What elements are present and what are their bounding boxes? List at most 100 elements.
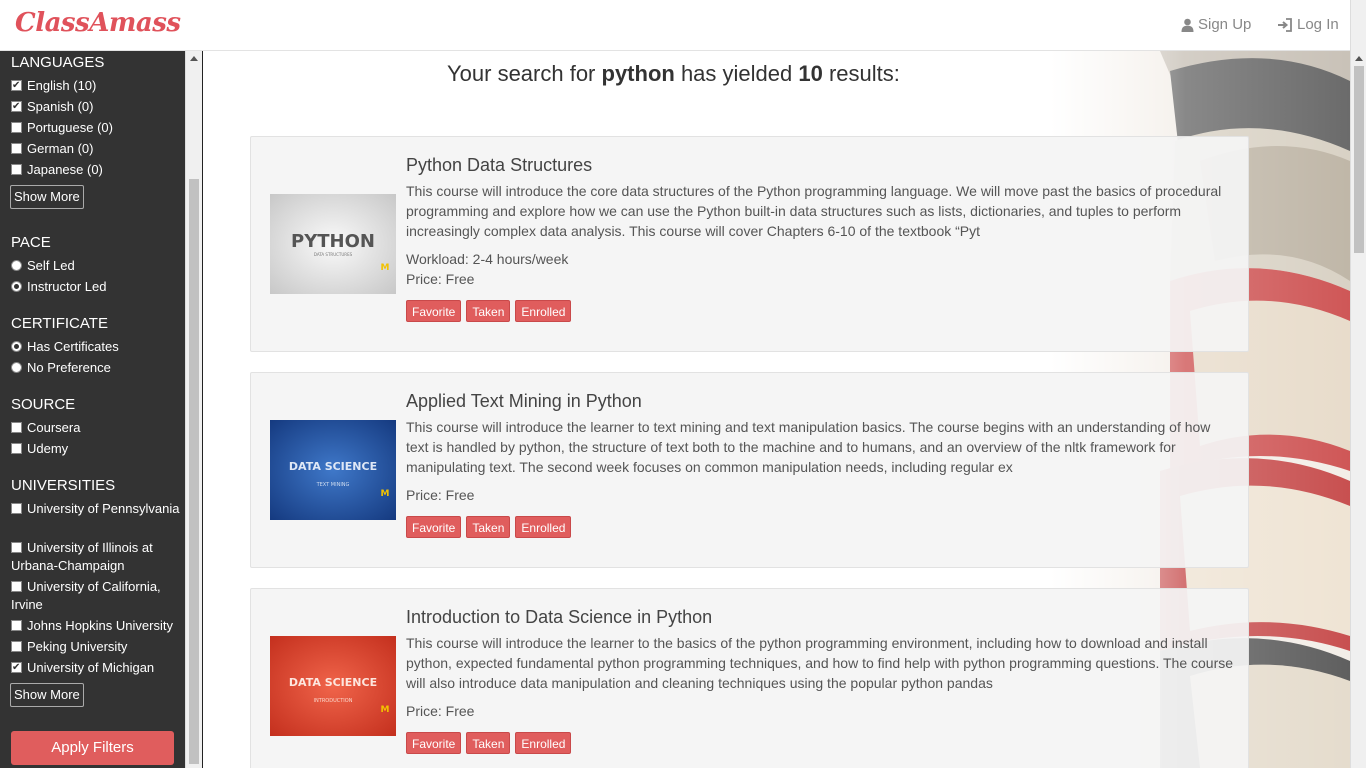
thumb-subtitle: TEXT MINING	[316, 482, 350, 488]
filter-sidebar: LANGUAGES English (10) Spanish (0) Portu…	[0, 51, 203, 768]
option-label: English (10)	[27, 78, 97, 93]
option-label: University of Michigan	[27, 660, 155, 675]
languages-show-more-button[interactable]: Show More	[10, 185, 84, 209]
results-heading: Your search for python has yielded 10 re…	[447, 61, 900, 87]
filter-has-certificates[interactable]: Has Certificates	[11, 338, 186, 356]
thumb-subtitle: INTRODUCTION	[314, 698, 353, 704]
course-card[interactable]: DATA SCIENCE INTRODUCTION M Introduction…	[250, 588, 1249, 768]
thumb-title: DATA SCIENCE	[289, 460, 377, 473]
course-card[interactable]: DATA SCIENCE TEXT MINING M Applied Text …	[250, 372, 1249, 568]
option-label: Has Certificates	[27, 339, 119, 354]
option-label: Udemy	[27, 441, 69, 456]
option-label: Japanese (0)	[27, 162, 103, 177]
checkbox[interactable]	[11, 581, 22, 592]
checkbox[interactable]	[11, 422, 22, 433]
filter-self-led[interactable]: Self Led	[11, 257, 186, 275]
radio-checked[interactable]	[11, 341, 22, 352]
certificate-title: CERTIFICATE	[11, 315, 108, 332]
checkbox[interactable]	[11, 443, 22, 454]
favorite-button[interactable]: Favorite	[406, 300, 462, 322]
checkbox-checked[interactable]	[11, 659, 22, 677]
course-title[interactable]: Applied Text Mining in Python	[406, 391, 642, 412]
option-label: Self Led	[27, 258, 75, 273]
option-label: No Preference	[27, 360, 111, 375]
universities-show-more-button[interactable]: Show More	[10, 683, 84, 707]
taken-button[interactable]: Taken	[466, 300, 511, 322]
filter-peking[interactable]: Peking University	[11, 638, 186, 656]
sidebar-scrollbar[interactable]	[185, 51, 202, 768]
filter-coursera[interactable]: Coursera	[11, 419, 186, 437]
checkbox[interactable]	[11, 641, 22, 652]
checkbox[interactable]	[11, 122, 22, 133]
filter-umich[interactable]: University of Michigan	[11, 659, 186, 677]
filter-uci[interactable]: University of California, Irvine	[11, 578, 186, 614]
filter-english[interactable]: English (10)	[11, 77, 186, 95]
brand-logo[interactable]: ClassAmass	[15, 8, 181, 38]
enrolled-button[interactable]: Enrolled	[515, 516, 572, 538]
top-navbar: ClassAmass Sign Up Log In	[0, 0, 1366, 51]
course-price: Price: Free	[406, 487, 475, 503]
option-label: University of Illinois at Urbana-Champai…	[11, 540, 153, 573]
radio[interactable]	[11, 362, 22, 373]
taken-button[interactable]: Taken	[466, 732, 511, 754]
signup-link[interactable]: Sign Up	[1181, 16, 1251, 33]
favorite-button[interactable]: Favorite	[406, 732, 462, 754]
filter-uiuc[interactable]: University of Illinois at Urbana-Champai…	[11, 539, 186, 575]
page-scrollbar[interactable]	[1350, 0, 1366, 768]
scroll-up-arrow-icon[interactable]	[1355, 56, 1363, 61]
checkbox[interactable]	[11, 620, 22, 631]
option-label: Coursera	[27, 420, 81, 435]
apply-filters-button[interactable]: Apply Filters	[11, 731, 174, 765]
course-thumbnail[interactable]: PYTHON DATA STRUCTURES M	[270, 194, 396, 294]
checkbox[interactable]	[11, 143, 22, 154]
course-description: This course will introduce the learner t…	[406, 635, 1234, 691]
course-price: Price: Free	[406, 703, 475, 719]
results-main: Your search for python has yielded 10 re…	[203, 51, 1350, 768]
michigan-logo-icon: M	[381, 263, 390, 273]
option-label: University of California, Irvine	[11, 579, 161, 612]
checkbox-checked[interactable]	[11, 77, 22, 95]
radio-checked[interactable]	[11, 281, 22, 292]
enrolled-button[interactable]: Enrolled	[515, 732, 572, 754]
signup-label: Sign Up	[1198, 16, 1252, 33]
course-price: Price: Free	[406, 271, 475, 287]
taken-button[interactable]: Taken	[466, 516, 511, 538]
checkbox[interactable]	[11, 542, 22, 553]
course-title[interactable]: Python Data Structures	[406, 155, 592, 176]
filter-japanese[interactable]: Japanese (0)	[11, 161, 186, 179]
option-label: University of Pennsylvania	[27, 501, 180, 516]
user-icon	[1181, 18, 1194, 32]
sign-in-icon	[1277, 17, 1293, 32]
course-title[interactable]: Introduction to Data Science in Python	[406, 607, 712, 628]
course-description: This course will introduce the learner t…	[406, 419, 1211, 475]
checkbox[interactable]	[11, 164, 22, 175]
filter-portuguese[interactable]: Portuguese (0)	[11, 119, 186, 137]
results-suffix: results:	[822, 61, 900, 86]
course-card[interactable]: PYTHON DATA STRUCTURES M Python Data Str…	[250, 136, 1249, 352]
option-label: Peking University	[27, 639, 128, 654]
source-title: SOURCE	[11, 396, 76, 413]
checkbox-checked[interactable]	[11, 98, 22, 116]
course-thumbnail[interactable]: DATA SCIENCE TEXT MINING M	[270, 420, 396, 520]
option-label: Portuguese (0)	[27, 120, 113, 135]
course-thumbnail[interactable]: DATA SCIENCE INTRODUCTION M	[270, 636, 396, 736]
filter-spanish[interactable]: Spanish (0)	[11, 98, 186, 116]
radio[interactable]	[11, 260, 22, 271]
filter-jhu[interactable]: Johns Hopkins University	[11, 617, 186, 635]
scrollbar-thumb[interactable]	[1354, 66, 1364, 253]
filter-instructor-led[interactable]: Instructor Led	[11, 278, 186, 296]
filter-udemy[interactable]: Udemy	[11, 440, 186, 458]
login-link[interactable]: Log In	[1277, 16, 1339, 33]
results-count: 10	[798, 61, 823, 86]
favorite-button[interactable]: Favorite	[406, 516, 462, 538]
scroll-up-arrow-icon[interactable]	[190, 56, 198, 61]
course-description: This course will introduce the core data…	[406, 183, 1222, 239]
filter-no-preference[interactable]: No Preference	[11, 359, 186, 377]
checkbox[interactable]	[11, 503, 22, 514]
enrolled-button[interactable]: Enrolled	[515, 300, 572, 322]
results-middle: has yielded	[674, 61, 799, 86]
filter-upenn[interactable]: University of Pennsylvania	[11, 500, 186, 518]
filter-german[interactable]: German (0)	[11, 140, 186, 158]
scrollbar-thumb[interactable]	[189, 179, 199, 764]
results-prefix: Your search for	[447, 61, 602, 86]
